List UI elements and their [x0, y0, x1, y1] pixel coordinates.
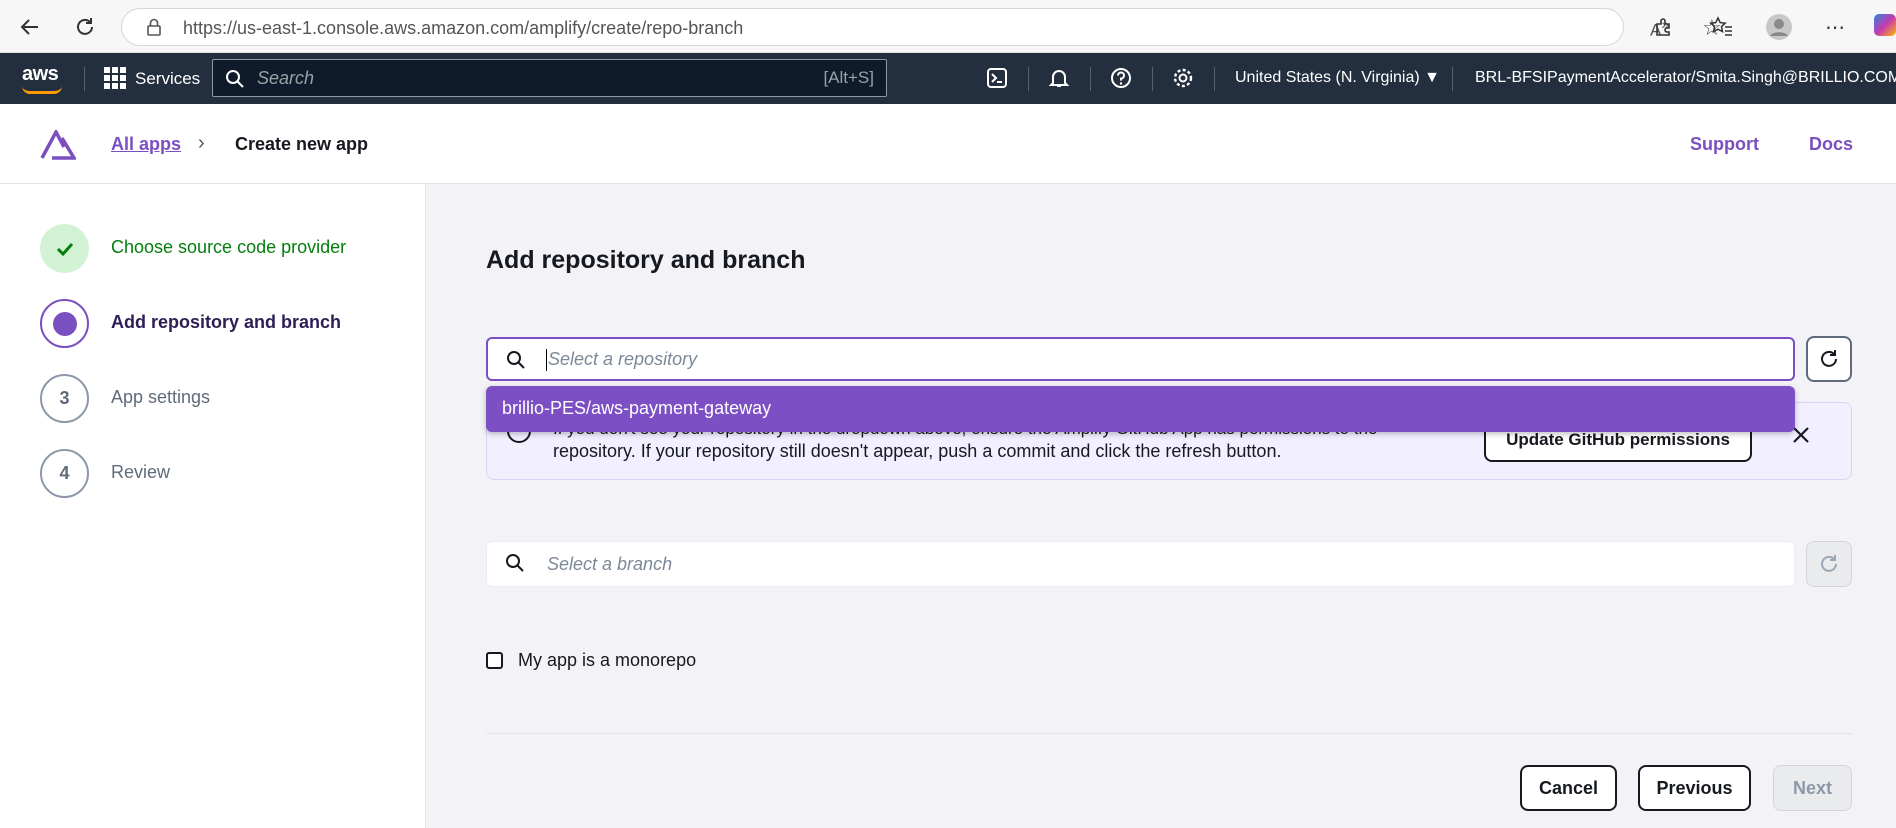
nav-divider	[1028, 67, 1029, 91]
step-number-3: 3	[40, 374, 89, 423]
nav-divider	[84, 67, 85, 91]
repository-placeholder: Select a repository	[548, 349, 698, 369]
notifications-bell-icon[interactable]	[1046, 65, 1072, 91]
refresh-icon	[1821, 350, 1837, 367]
amplify-header: All apps › Create new app Support Docs	[0, 104, 1896, 184]
branch-placeholder: Select a branch	[547, 554, 673, 574]
page-title: Add repository and branch	[486, 246, 806, 274]
help-icon[interactable]	[1108, 65, 1134, 91]
step-label-add-repository: Add repository and branch	[111, 312, 342, 332]
step-number-4: 4	[40, 449, 89, 498]
wizard-steps-sidebar: Choose source code provider Add reposito…	[0, 184, 426, 828]
settings-gear-icon[interactable]	[1170, 65, 1196, 91]
account-menu[interactable]: BRL-BFSIPaymentAccelerator/Smita.Singh@B…	[1475, 69, 1896, 87]
breadcrumb-all-apps[interactable]: All apps	[111, 134, 181, 155]
nav-divider	[1090, 67, 1091, 91]
favorites-icon[interactable]	[1706, 12, 1736, 42]
search-icon	[225, 69, 245, 94]
services-button[interactable]: Services	[135, 69, 200, 89]
branch-refresh-button[interactable]	[1806, 541, 1852, 587]
step-complete-check-icon	[40, 224, 89, 273]
lock-icon	[145, 17, 163, 42]
docs-link[interactable]: Docs	[1809, 134, 1853, 155]
repository-select-input[interactable]: Select a repository	[486, 337, 1795, 381]
cloudshell-icon[interactable]	[984, 65, 1010, 91]
support-link[interactable]: Support	[1690, 134, 1759, 155]
services-grid-icon[interactable]	[104, 67, 126, 89]
next-button[interactable]: Next	[1773, 765, 1852, 811]
breadcrumb-current: Create new app	[235, 134, 369, 154]
back-arrow-icon[interactable]	[15, 12, 45, 42]
copilot-icon[interactable]	[1874, 14, 1896, 36]
aws-logo[interactable]: aws	[22, 63, 59, 86]
repository-dropdown: brillio-PES/aws-payment-gateway	[486, 386, 1795, 432]
footer-divider	[486, 733, 1852, 734]
amplify-logo-icon[interactable]	[40, 128, 78, 165]
aws-top-nav: aws Services Search [Alt+S] United State…	[0, 53, 1896, 104]
monorepo-checkbox[interactable]	[486, 652, 503, 669]
step-current-indicator-icon	[40, 299, 89, 348]
repository-refresh-button[interactable]	[1806, 336, 1852, 382]
browser-toolbar: https://us-east-1.console.aws.amazon.com…	[0, 0, 1896, 53]
profile-avatar-icon[interactable]	[1764, 12, 1794, 42]
previous-button[interactable]: Previous	[1638, 765, 1751, 811]
step-label-source-provider[interactable]: Choose source code provider	[111, 237, 346, 258]
monorepo-label[interactable]: My app is a monorepo	[518, 650, 696, 671]
step-label-app-settings: App settings	[111, 387, 211, 407]
branch-select-input[interactable]: Select a branch	[486, 541, 1795, 587]
aws-search-input[interactable]: Search [Alt+S]	[212, 59, 887, 97]
repository-option[interactable]: brillio-PES/aws-payment-gateway	[502, 398, 771, 419]
more-menu-icon[interactable]: ⋯	[1820, 12, 1850, 42]
cancel-button[interactable]: Cancel	[1520, 765, 1617, 811]
info-text-line2: repository. If your repository still doe…	[553, 441, 1282, 461]
text-caret	[546, 349, 547, 371]
search-icon	[506, 350, 526, 375]
nav-divider	[1214, 67, 1215, 91]
nav-divider	[1152, 67, 1153, 91]
region-selector[interactable]: United States (N. Virginia) ▼	[1235, 69, 1440, 87]
aws-logo-smile	[22, 86, 62, 94]
search-placeholder: Search	[257, 68, 315, 88]
address-bar[interactable]: https://us-east-1.console.aws.amazon.com…	[121, 8, 1722, 46]
step-label-review: Review	[111, 462, 171, 482]
url-text[interactable]: https://us-east-1.console.aws.amazon.com…	[183, 18, 743, 39]
refresh-icon	[1821, 555, 1837, 572]
extensions-icon[interactable]	[1648, 12, 1678, 42]
nav-divider	[1452, 67, 1453, 91]
breadcrumb-separator-icon: ›	[198, 132, 205, 154]
reload-icon[interactable]	[70, 12, 100, 42]
search-icon	[505, 553, 525, 578]
search-shortcut: [Alt+S]	[823, 68, 874, 87]
